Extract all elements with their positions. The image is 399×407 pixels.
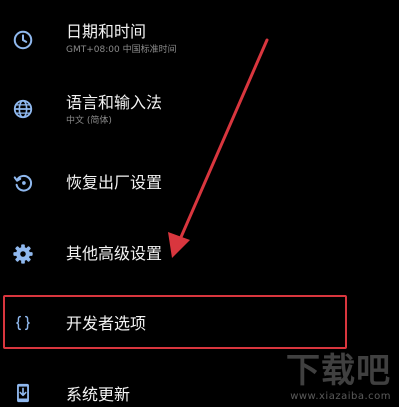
restore-icon [12, 172, 34, 194]
settings-item-language-input[interactable]: 语言和输入法 中文 (简体) [0, 86, 399, 136]
watermark-logo: 下载吧 [286, 351, 391, 391]
system-update-icon [12, 382, 34, 404]
clock-icon [12, 29, 34, 51]
gear-icon [12, 243, 34, 265]
globe-icon [12, 98, 34, 120]
language-input-subtitle: 中文 (简体) [66, 116, 112, 126]
watermark-url: www.xiazaiba.com [290, 391, 391, 402]
advanced-settings-title: 其他高级设置 [66, 244, 163, 263]
settings-item-factory-reset[interactable]: 恢复出厂设置 [0, 160, 399, 206]
system-update-title: 系统更新 [66, 385, 131, 404]
factory-reset-title: 恢复出厂设置 [66, 173, 163, 192]
date-time-title: 日期和时间 [66, 22, 147, 41]
watermark: 下载吧 www.xiazaiba.com [253, 351, 393, 403]
highlight-annotation-box [3, 295, 347, 349]
date-time-subtitle: GMT+08:00 中国标准时间 [66, 45, 177, 55]
settings-item-advanced[interactable]: 其他高级设置 [0, 230, 399, 276]
settings-item-date-time[interactable]: 日期和时间 GMT+08:00 中国标准时间 [0, 14, 399, 64]
language-input-title: 语言和输入法 [66, 93, 163, 112]
